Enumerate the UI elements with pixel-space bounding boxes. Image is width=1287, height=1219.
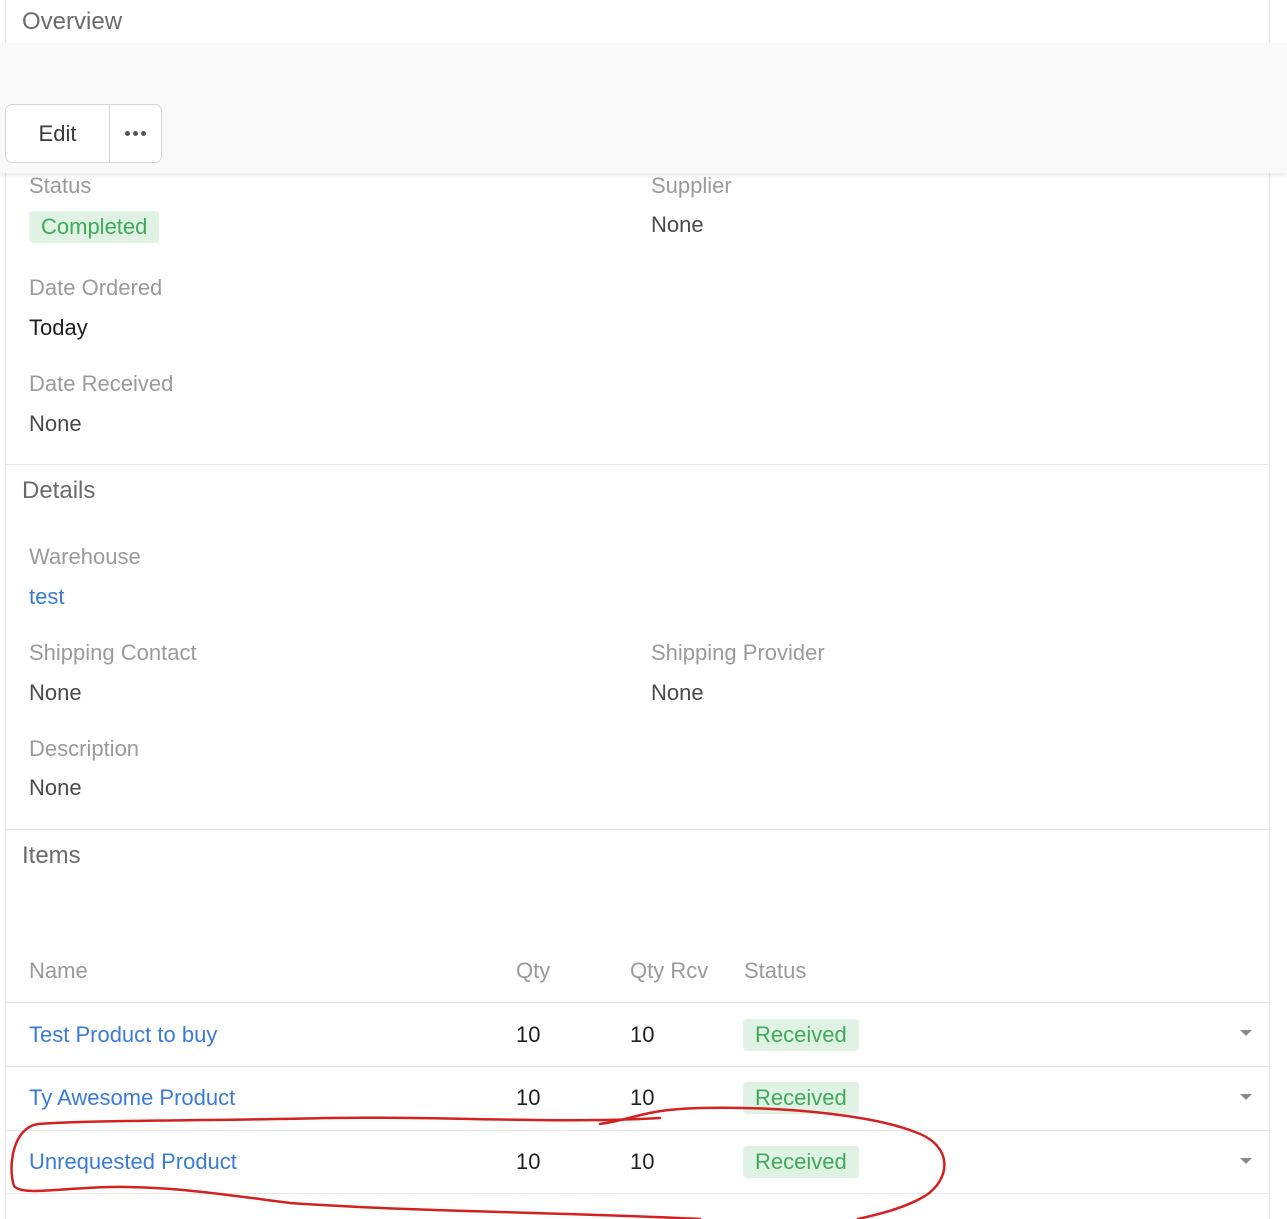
warehouse-label: Warehouse [29, 544, 141, 569]
more-actions-button[interactable] [110, 105, 161, 162]
row-expand-caret-icon[interactable] [1240, 1094, 1252, 1100]
row-status-badge: Received [743, 1082, 859, 1114]
row-qty-rcv: 10 [630, 1022, 655, 1047]
date-ordered-value: Today [29, 315, 88, 340]
shipping-contact-label: Shipping Contact [29, 640, 197, 665]
shipping-provider-label: Shipping Provider [651, 640, 825, 665]
toolbar: Edit [0, 43, 1287, 173]
table-header-divider [5, 1002, 1270, 1003]
details-title: Details [22, 477, 96, 504]
supplier-label: Supplier [651, 173, 732, 198]
supplier-value: None [651, 212, 704, 237]
column-header-qty[interactable]: Qty [516, 958, 550, 984]
section-divider [5, 829, 1270, 830]
status-label: Status [29, 173, 92, 198]
column-header-status[interactable]: Status [744, 958, 806, 984]
warehouse-link[interactable]: test [29, 584, 64, 610]
row-qty: 10 [516, 1085, 541, 1110]
shipping-contact-value: None [29, 680, 82, 705]
row-divider [5, 1066, 1270, 1067]
row-expand-caret-icon[interactable] [1240, 1030, 1252, 1036]
action-button-group: Edit [5, 104, 162, 163]
description-value: None [29, 775, 82, 800]
row-qty-rcv: 10 [630, 1085, 655, 1110]
items-title: Items [22, 842, 81, 869]
edit-button[interactable]: Edit [6, 105, 110, 162]
row-status-badge: Received [743, 1019, 859, 1051]
column-header-name[interactable]: Name [29, 958, 88, 984]
shipping-provider-value: None [651, 680, 704, 705]
date-received-value: None [29, 411, 82, 436]
section-divider [5, 464, 1270, 465]
date-ordered-label: Date Ordered [29, 275, 163, 300]
row-product-name[interactable]: Test Product to buy [29, 1022, 217, 1048]
overview-title: Overview [22, 8, 123, 35]
column-header-qty-rcv[interactable]: Qty Rcv [630, 958, 708, 984]
page: Overview Edit Status Completed Supplier … [0, 0, 1287, 1219]
row-qty: 10 [516, 1149, 541, 1174]
date-received-label: Date Received [29, 371, 174, 396]
row-divider [5, 1193, 1270, 1194]
status-badge: Completed [29, 211, 160, 243]
row-expand-caret-icon[interactable] [1240, 1158, 1252, 1164]
row-qty: 10 [516, 1022, 541, 1047]
row-status-badge: Received [743, 1146, 859, 1178]
more-horizontal-icon [125, 131, 146, 136]
row-divider [5, 1130, 1270, 1131]
row-product-name[interactable]: Ty Awesome Product [29, 1085, 235, 1111]
row-qty-rcv: 10 [630, 1149, 655, 1174]
row-product-name[interactable]: Unrequested Product [29, 1149, 237, 1175]
description-label: Description [29, 736, 140, 761]
